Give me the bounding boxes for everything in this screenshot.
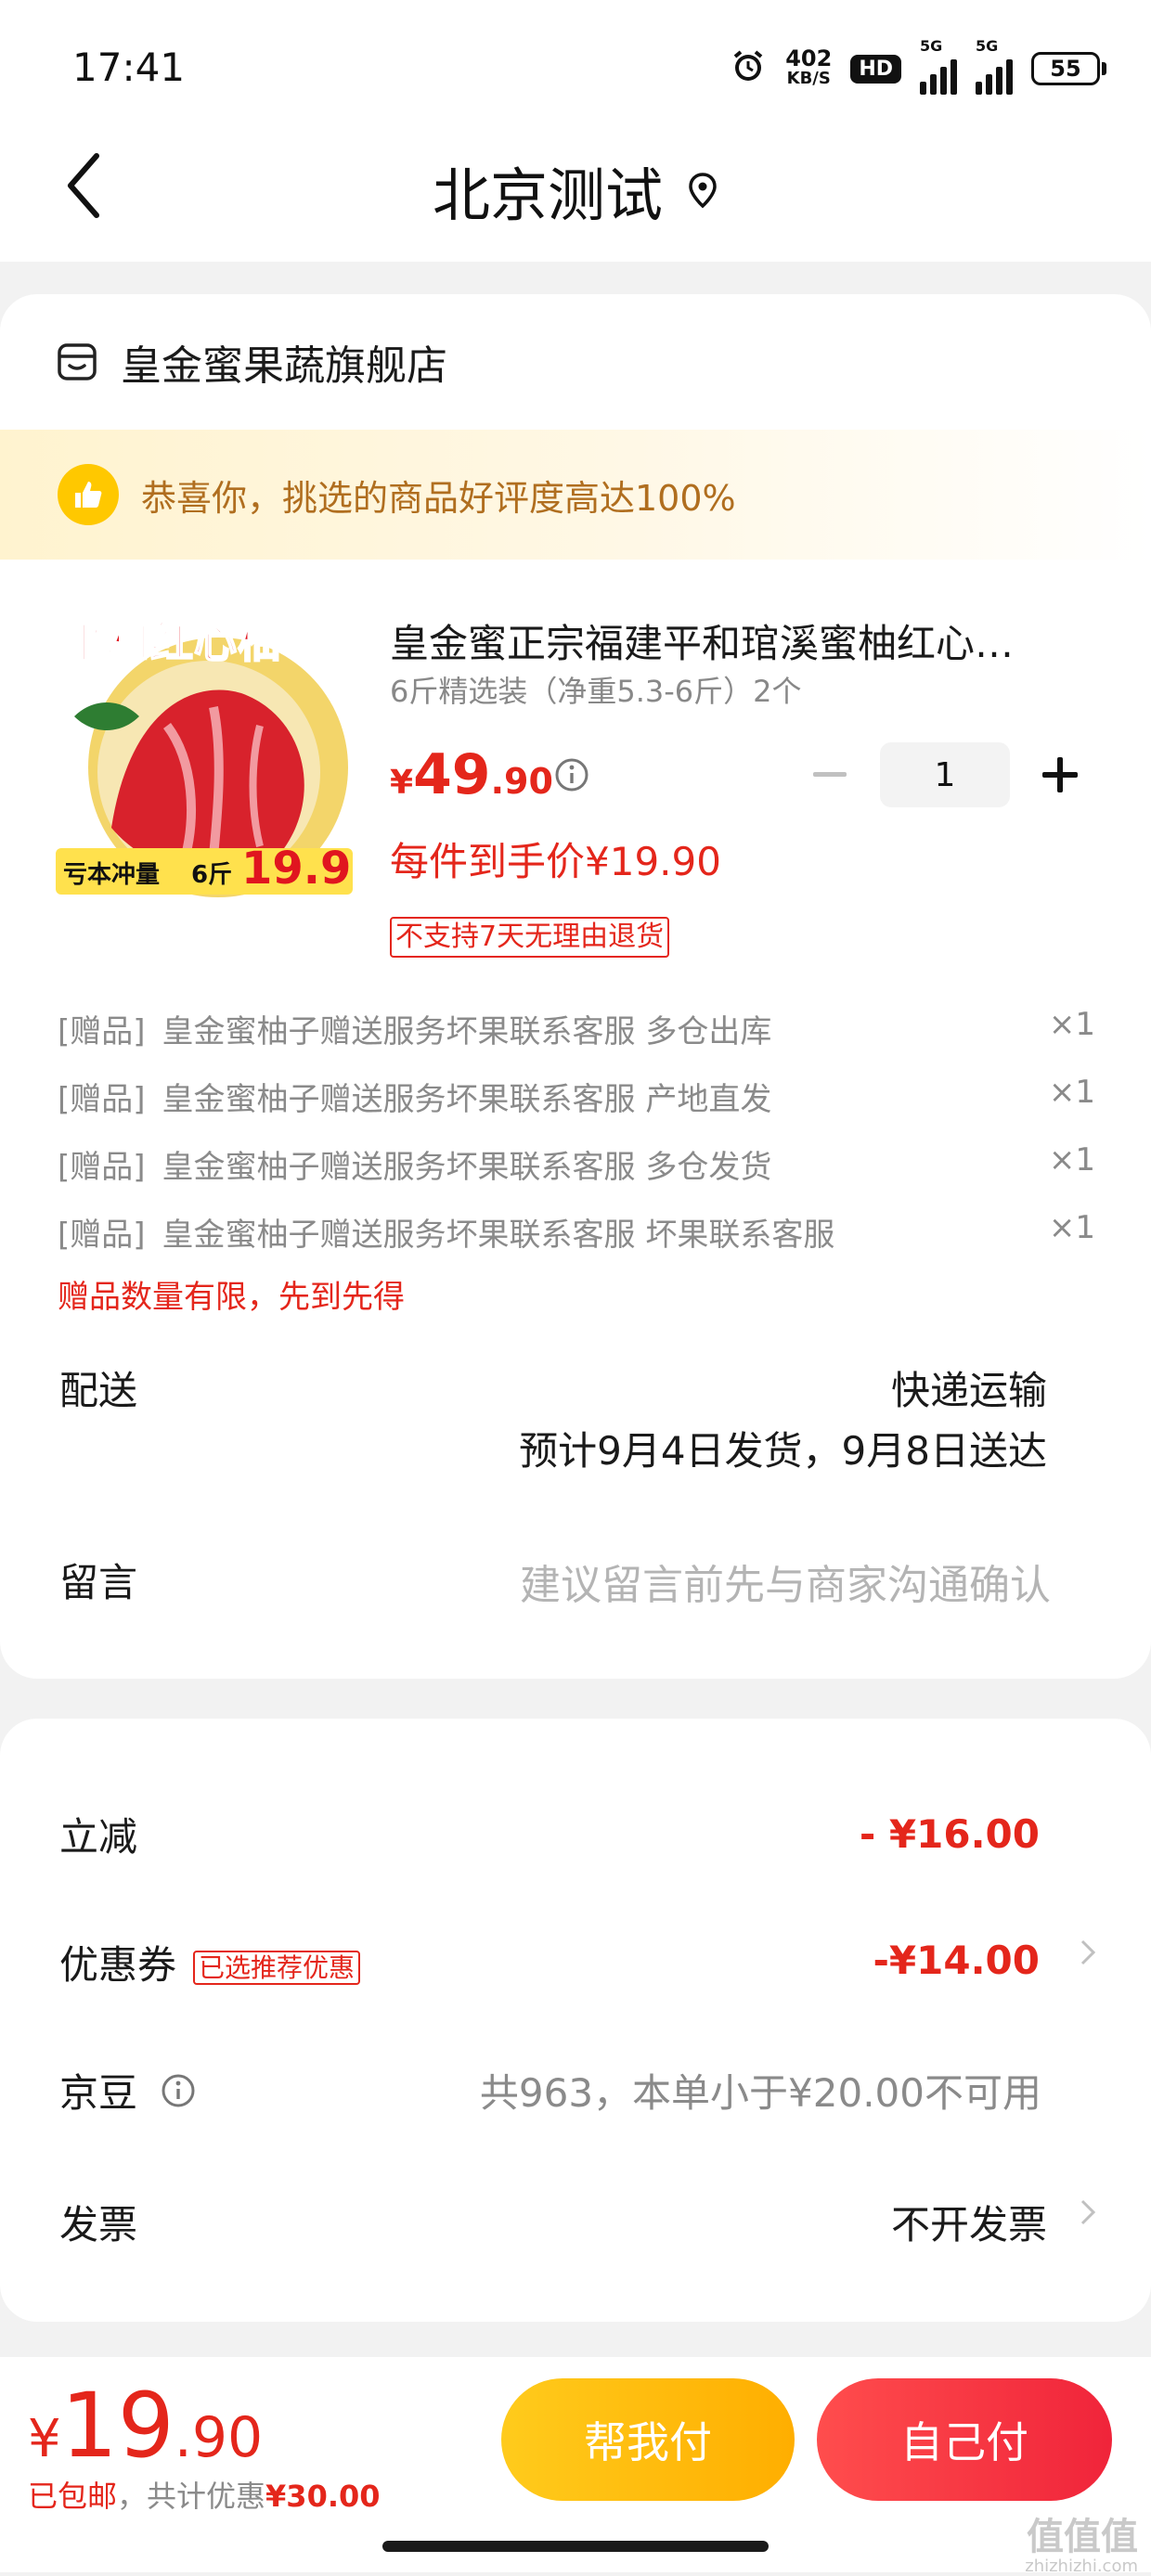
invoice-chevron-icon[interactable] [1079, 2194, 1097, 2240]
status-icons: 402 KB/S HD 5G 5G 55 [730, 37, 1106, 95]
signal-icon-1: 5G [920, 37, 957, 95]
status-time: 17:41 [72, 45, 186, 90]
coupon-recommended-tag: 已选推荐优惠 [193, 1950, 361, 1985]
gift-item: [赠品] 皇金蜜柚子赠送服务坏果联系客服 坏果联系客服 ×1 [58, 1209, 1095, 1254]
return-policy-tag: 不支持7天无理由退货 [390, 917, 670, 958]
delivery-method[interactable]: 快递运输 [891, 1359, 1047, 1416]
location-pin-icon [689, 173, 717, 209]
product-spec: 6斤精选装（净重5.3-6斤）2个 [390, 674, 802, 709]
delivery-eta: 预计9月4日发货，9月8日送达 [519, 1428, 1047, 1474]
invoice-value[interactable]: 不开发票 [891, 2194, 1047, 2250]
instant-discount-value: - ¥16.00 [859, 1811, 1040, 1857]
page-title[interactable]: 北京测试 [0, 148, 1151, 232]
beans-info-icon[interactable] [160, 2072, 197, 2109]
net-speed: 402 KB/S [785, 45, 833, 88]
pay-myself-button[interactable]: 自己付 [817, 2378, 1112, 2501]
price-info-icon[interactable] [553, 756, 590, 797]
hd-badge: HD [850, 54, 901, 84]
gift-limit-note: 赠品数量有限，先到先得 [58, 1279, 405, 1316]
invoice-label: 发票 [59, 2202, 138, 2248]
help-me-pay-button[interactable]: 帮我付 [501, 2378, 795, 2501]
total-price: ¥ 19 .90 [28, 2374, 264, 2478]
increase-quantity-button[interactable] [1034, 749, 1086, 801]
gift-item: [赠品] 皇金蜜柚子赠送服务坏果联系客服 多仓发货 ×1 [58, 1141, 1095, 1186]
delivery-label: 配送 [59, 1368, 138, 1413]
shop-name: 皇金蜜果蔬旗舰店 [121, 342, 447, 390]
thumbs-up-icon [58, 464, 119, 525]
watermark: 值值值 zhizhizhi.com [1025, 2516, 1138, 2576]
product-image-headline: 平和红心柚 [62, 616, 281, 668]
product-title[interactable]: 皇金蜜正宗福建平和琯溪蜜柚红心… [390, 612, 1058, 669]
message-label: 留言 [59, 1560, 138, 1605]
final-unit-price: 每件到手价¥19.90 [390, 839, 721, 884]
product-image-price: 19.9 [241, 843, 352, 895]
beans-row: 京豆 [59, 2062, 197, 2119]
praise-banner: 恭喜你，挑选的商品好评度高达100% [0, 430, 1151, 560]
shop-row[interactable]: 皇金蜜果蔬旗舰店 [56, 332, 447, 392]
quantity-stepper: 1 [804, 742, 1086, 807]
instant-discount-label: 立减 [59, 1814, 138, 1860]
product-price: ¥ 49 .90 [390, 742, 553, 807]
product-image-tagline: 亏本冲量 [63, 861, 161, 889]
plus-icon [1042, 757, 1078, 792]
coupon-value[interactable]: -¥14.00 [873, 1938, 1040, 1983]
signal-icon-2: 5G [976, 37, 1013, 95]
product-image-weight: 6斤 [191, 861, 233, 889]
total-summary: 已包邮，共计优惠¥30.00 [28, 2473, 381, 2516]
shop-icon [58, 343, 97, 380]
product-image[interactable]: 平和红心柚 亏本冲量 6斤 19.9 [56, 605, 353, 902]
quantity-input[interactable]: 1 [880, 742, 1010, 807]
alarm-icon [730, 47, 767, 91]
decrease-quantity-button[interactable] [804, 749, 856, 801]
battery-icon: 55 [1031, 52, 1106, 85]
coupon-label: 优惠券 [59, 1942, 177, 1988]
praise-text: 恭喜你，挑选的商品好评度高达100% [141, 477, 736, 519]
saving-prefix: ，共计优惠 [117, 2479, 266, 2514]
beans-value: 共963，本单小于¥20.00不可用 [479, 2070, 1041, 2116]
beans-label: 京豆 [59, 2070, 138, 2116]
coupon-row[interactable]: 优惠券 已选推荐优惠 [59, 1934, 361, 1990]
gift-item: [赠品] 皇金蜜柚子赠送服务坏果联系客服 多仓出库 ×1 [58, 1006, 1095, 1050]
saving-value: ¥30.00 [265, 2479, 381, 2514]
minus-icon [813, 772, 847, 777]
message-input[interactable]: 建议留言前先与商家沟通确认 [520, 1552, 1051, 1611]
home-indicator[interactable] [382, 2541, 769, 2552]
address-title: 北京测试 [432, 161, 663, 229]
gift-item: [赠品] 皇金蜜柚子赠送服务坏果联系客服 产地直发 ×1 [58, 1074, 1095, 1118]
free-shipping-text: 已包邮 [28, 2479, 118, 2514]
coupon-chevron-icon[interactable] [1079, 1934, 1097, 1980]
